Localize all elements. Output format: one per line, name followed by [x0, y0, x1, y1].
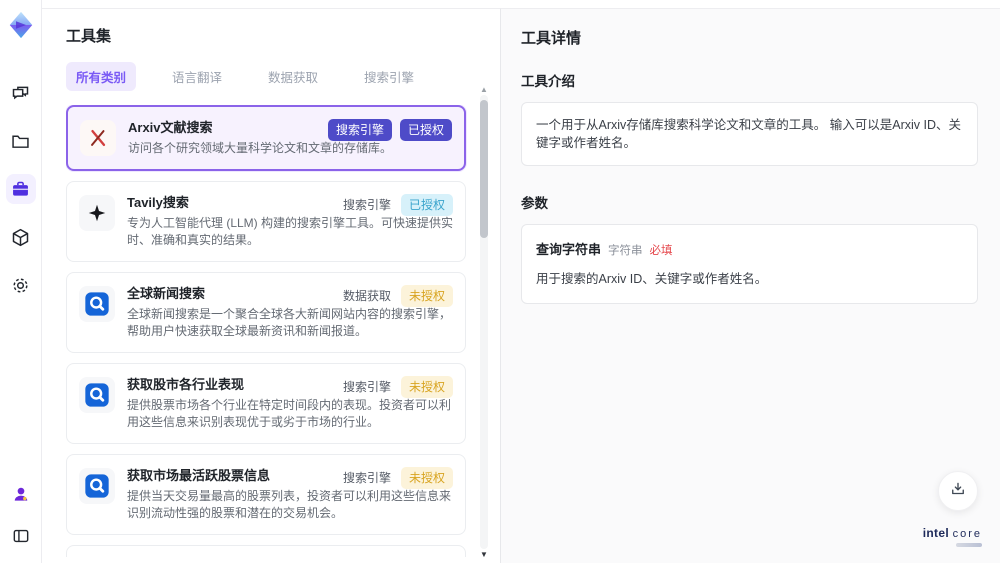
tool-auth-badge: 已授权 — [399, 119, 452, 141]
download-button[interactable] — [938, 471, 978, 511]
intel-wordmark: intel — [922, 526, 949, 540]
tool-list: Arxiv文献搜索 访问各个研究领域大量科学论文和文章的存储库。 搜索引擎 已授… — [66, 105, 500, 557]
intro-text: 一个用于从Arxiv存储库搜索科学论文和文章的工具。 输入可以是Arxiv ID… — [521, 102, 978, 166]
params-heading: 参数 — [521, 196, 548, 211]
tool-desc: 提供股票市场各个行业在特定时间段内的表现。投资者可以利用这些信息来识别表现优于或… — [127, 398, 452, 429]
collapse-sidebar-button[interactable] — [6, 521, 36, 551]
param-required-badge: 必填 — [649, 245, 673, 257]
param-desc: 用于搜索的Arxiv ID、关键字或作者姓名。 — [536, 272, 768, 286]
folder-icon — [10, 131, 31, 152]
tool-auth-badge: 未授权 — [400, 376, 453, 398]
tool-category-badge: 搜索引擎 — [342, 380, 391, 394]
tool-badges: 搜索引擎 已授权 — [327, 119, 452, 141]
download-icon — [949, 480, 967, 503]
briefcase-icon — [10, 179, 31, 200]
tool-desc: 专为人工智能代理 (LLM) 构建的搜索引擎工具。可快速提供实时、准确和真实的结… — [127, 216, 454, 247]
category-tabs: 所有类别 语言翻译 数据获取 搜索引擎 — [66, 62, 500, 91]
scroll-down-arrow[interactable]: ▼ — [478, 550, 490, 559]
tool-badges: 搜索引擎 未授权 — [341, 376, 453, 398]
scrollbar-track[interactable] — [480, 95, 488, 549]
intel-core-logo: intel core — [923, 526, 982, 547]
sidebar-item-chat[interactable] — [6, 78, 36, 108]
tool-badges: 数据获取 未授权 — [341, 285, 453, 307]
tool-card[interactable]: Tavily搜索 专为人工智能代理 (LLM) 构建的搜索引擎工具。可快速提供实… — [66, 181, 466, 262]
sidebar-item-settings[interactable] — [6, 270, 36, 300]
tavily-icon — [79, 195, 115, 231]
param-name: 查询字符串 — [536, 242, 602, 257]
tool-list-panel: 工具集 所有类别 语言翻译 数据获取 搜索引擎 Arxiv文献搜索 访问各个研究领域大… — [42, 8, 500, 563]
tool-auth-badge: 已授权 — [400, 194, 453, 216]
avatar-icon — [11, 484, 31, 504]
scroll-up-arrow[interactable]: ▲ — [478, 85, 490, 94]
intro-heading: 工具介绍 — [521, 74, 575, 89]
user-avatar[interactable] — [6, 479, 36, 509]
sidebar — [0, 0, 42, 563]
intel-logo-bar — [956, 543, 982, 547]
tool-card[interactable]: Arxiv文献搜索 访问各个研究领域大量科学论文和文章的存储库。 搜索引擎 已授… — [66, 105, 466, 171]
detail-title: 工具详情 — [521, 30, 582, 47]
parameter-card: 查询字符串 字符串 必填 用于搜索的Arxiv ID、关键字或作者姓名。 — [521, 224, 978, 304]
package-icon — [10, 227, 31, 248]
tool-card[interactable]: 全球新闻搜索 全球新闻搜索是一个聚合全球各大新闻网站内容的搜索引擎，帮助用户快速… — [66, 272, 466, 353]
tool-detail-panel: 工具详情 工具介绍 一个用于从Arxiv存储库搜索科学论文和文章的工具。 输入可… — [500, 8, 1000, 563]
chat-icon — [10, 83, 31, 104]
core-wordmark: core — [952, 528, 982, 540]
arxiv-icon — [80, 120, 116, 156]
gear-icon — [10, 275, 31, 296]
tool-category-badge: 数据获取 — [342, 289, 391, 303]
category-tab-2[interactable]: 数据获取 — [258, 62, 328, 91]
page-title: 工具集 — [66, 28, 112, 45]
app-logo-icon — [6, 10, 36, 40]
tool-card[interactable]: 获取市场最活跃股票信息 提供当天交易量最高的股票列表，投资者可以利用这些信息来识… — [66, 454, 466, 535]
tool-category-badge: 搜索引擎 — [342, 198, 391, 212]
app-window: 工具集 所有类别 语言翻译 数据获取 搜索引擎 Arxiv文献搜索 访问各个研究领域大… — [0, 0, 1000, 563]
tool-category-badge: 搜索引擎 — [342, 471, 391, 485]
tool-desc: 全球新闻搜索是一个聚合全球各大新闻网站内容的搜索引擎，帮助用户快速获取全球最新资… — [127, 307, 452, 338]
category-tab-0[interactable]: 所有类别 — [66, 62, 137, 91]
category-tab-1[interactable]: 语言翻译 — [162, 62, 232, 91]
tool-auth-badge: 未授权 — [400, 285, 453, 307]
news-search-icon — [79, 286, 115, 322]
sidebar-item-toolbox[interactable] — [5, 174, 36, 204]
sidebar-item-packages[interactable] — [6, 222, 36, 252]
tool-desc: 访问各个研究领域大量科学论文和文章的存储库。 — [128, 141, 393, 155]
category-tab-3[interactable]: 搜索引擎 — [354, 62, 424, 91]
tool-category-badge: 搜索引擎 — [327, 119, 392, 141]
tool-card[interactable]: 万维地区新闻查询 查询具体行政区划内的新闻，快速了解各地新闻动 搜索引擎 未授权 — [66, 545, 466, 557]
sidebar-nav — [5, 78, 36, 300]
panel-toggle-icon — [11, 526, 31, 546]
scrollbar-thumb[interactable] — [480, 100, 488, 238]
tool-badges: 搜索引擎 已授权 — [341, 194, 453, 216]
news-search-icon — [79, 377, 115, 413]
sidebar-bottom — [6, 479, 36, 551]
tool-badges: 搜索引擎 未授权 — [341, 467, 453, 489]
param-type: 字符串 — [608, 245, 643, 257]
news-search-icon — [79, 468, 115, 504]
tool-auth-badge: 未授权 — [400, 467, 453, 489]
tool-desc: 提供当天交易量最高的股票列表，投资者可以利用这些信息来识别流动性强的股票和潜在的… — [127, 489, 452, 520]
tool-card[interactable]: 获取股市各行业表现 提供股票市场各个行业在特定时间段内的表现。投资者可以利用这些… — [66, 363, 466, 444]
sidebar-item-files[interactable] — [6, 126, 36, 156]
